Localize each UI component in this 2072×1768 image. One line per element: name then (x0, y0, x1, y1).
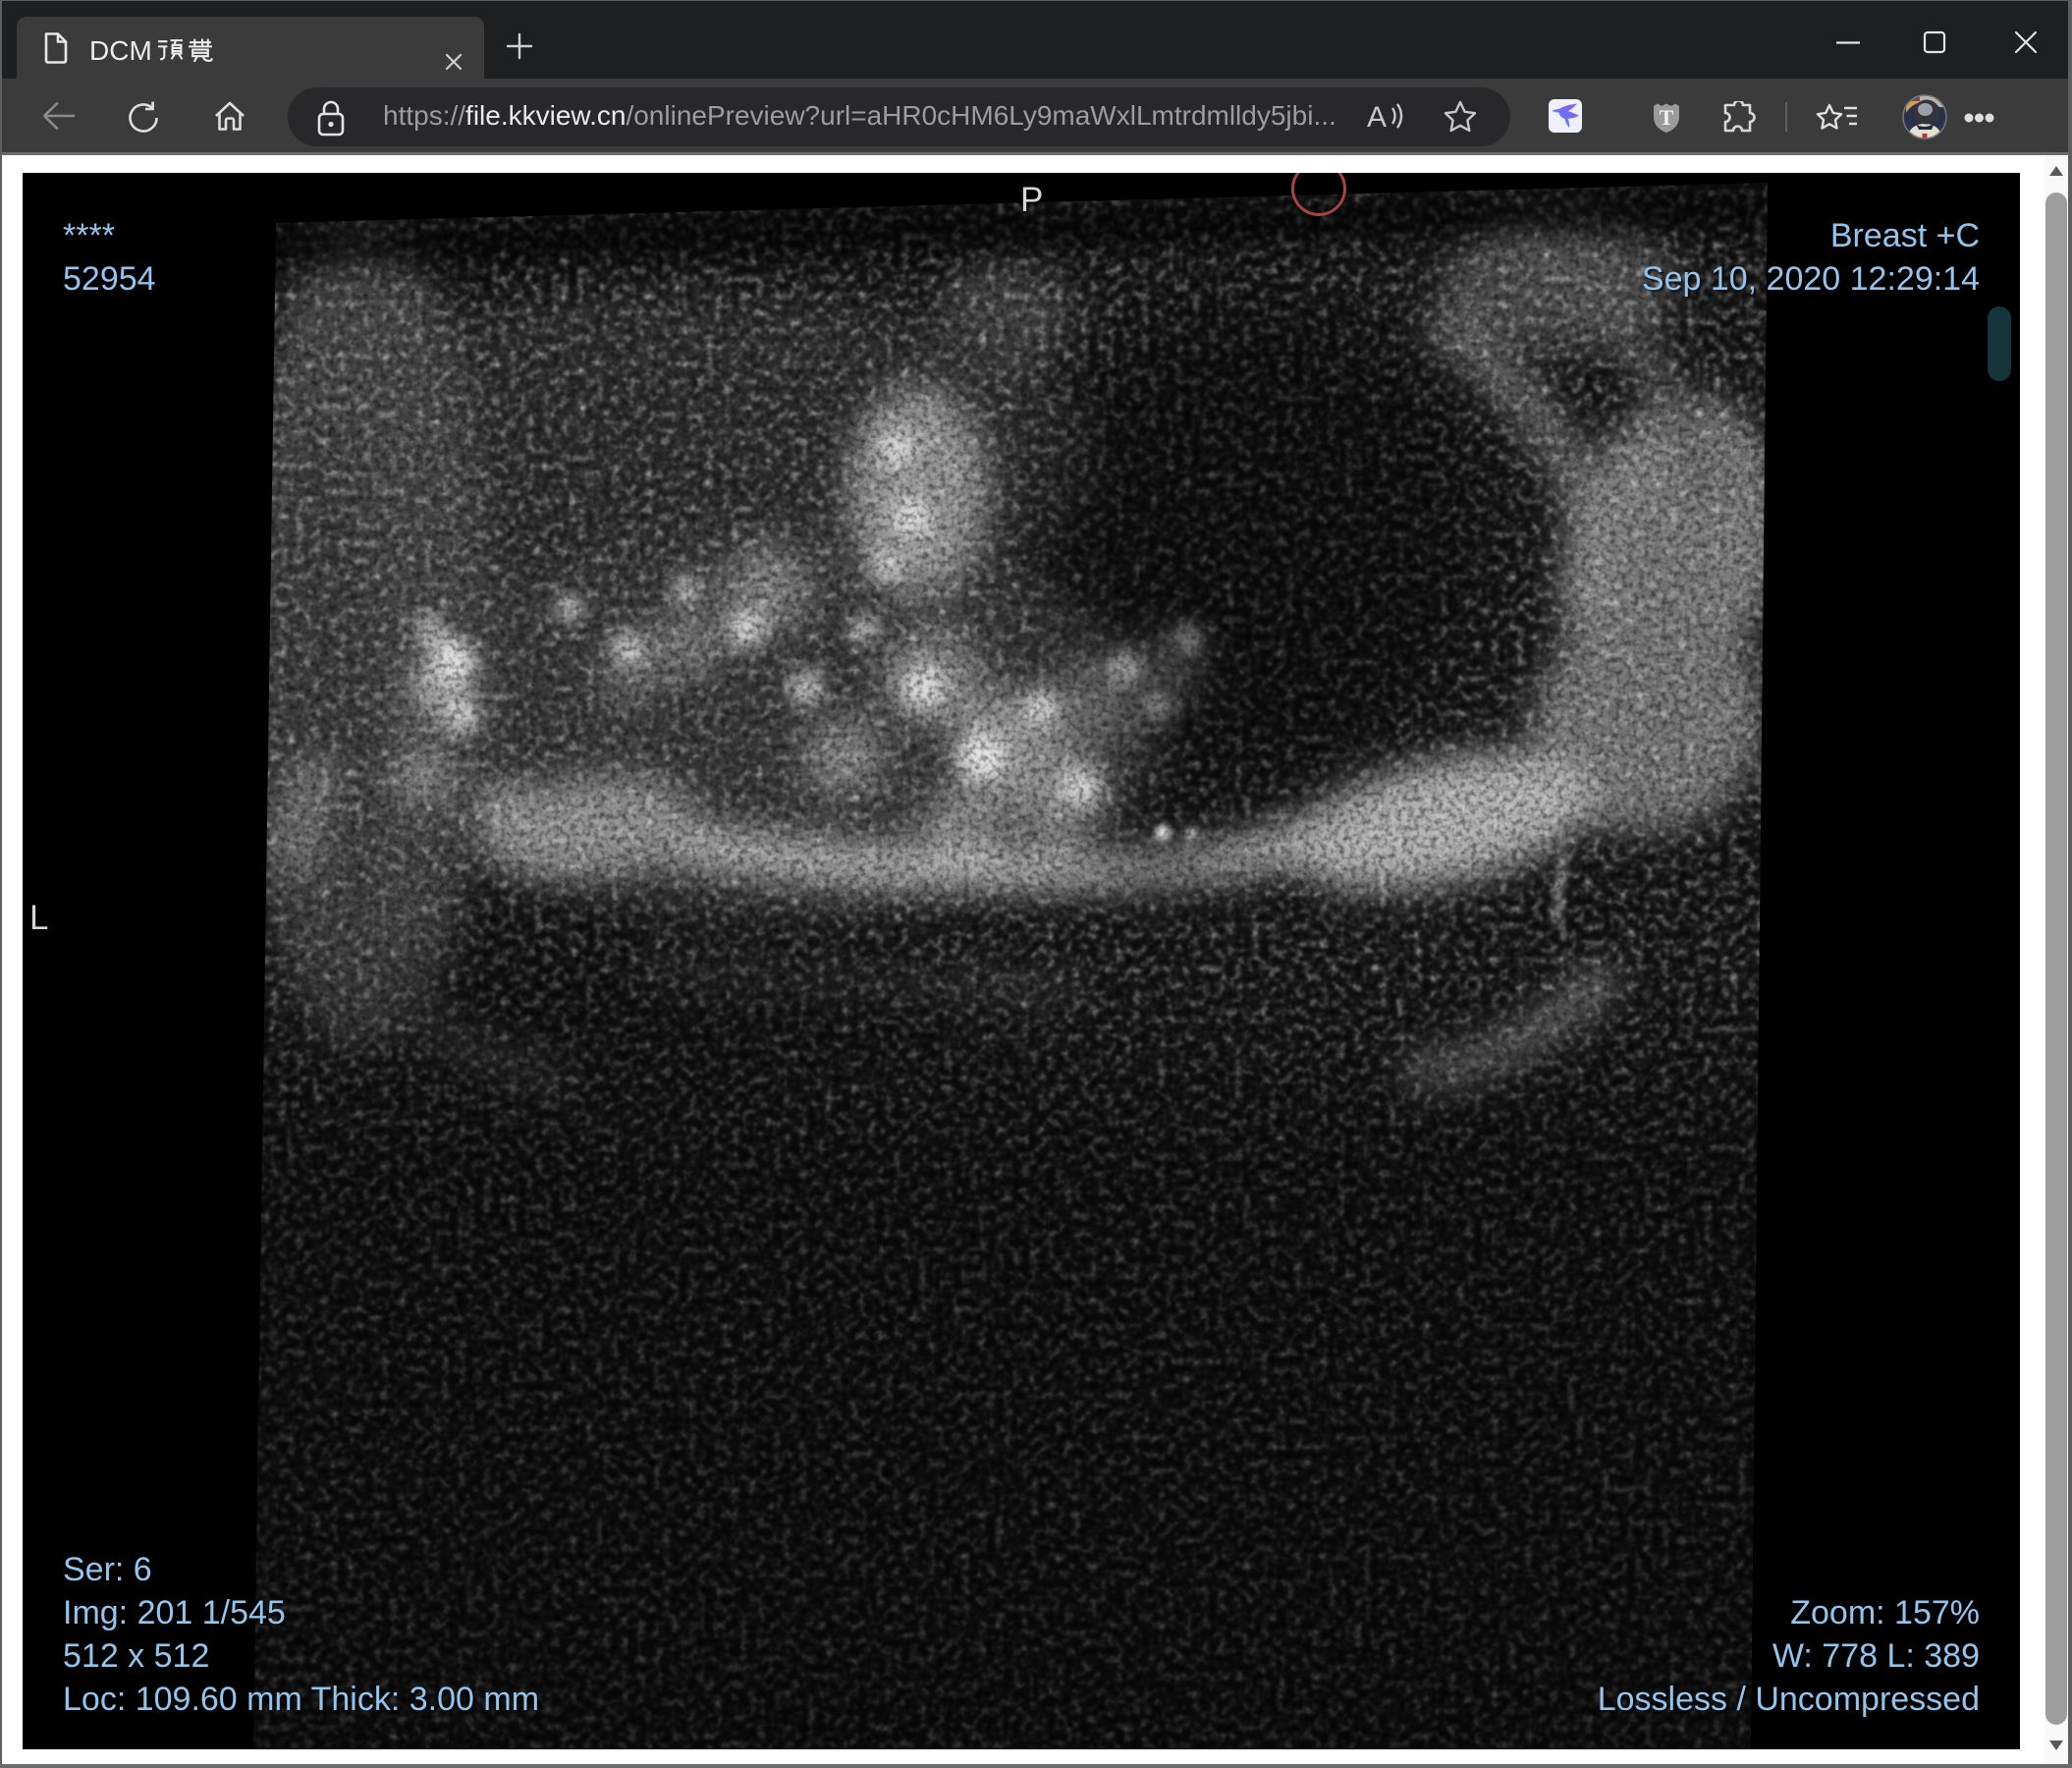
svg-text:A: A (1367, 101, 1387, 134)
svg-text:T: T (1660, 105, 1674, 130)
